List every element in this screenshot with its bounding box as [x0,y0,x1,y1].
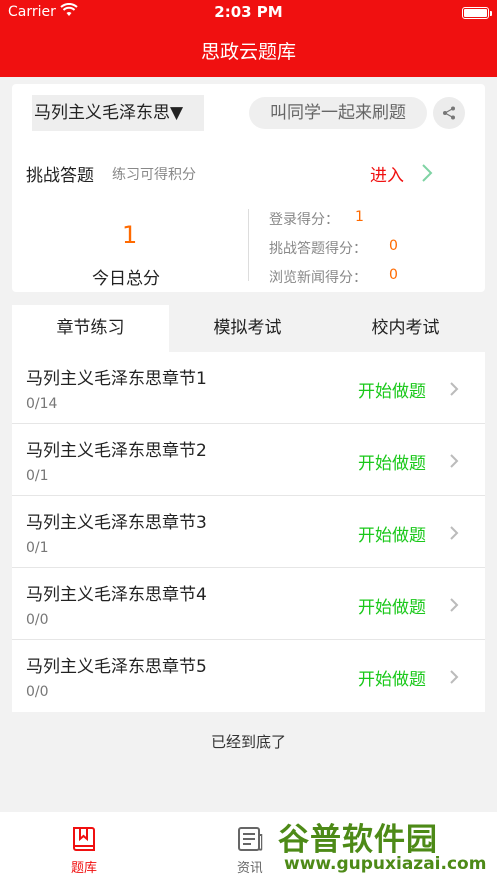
score-value: 0 [389,238,398,254]
score-label: 挑战答题得分： [269,241,367,257]
chapter-progress: 0/0 [26,684,49,700]
page-title: 思政云题库 [200,41,296,63]
chevron-right-icon [450,526,459,540]
chapter-progress: 0/1 [26,468,49,484]
list-item[interactable]: 马列主义毛泽东思章节3 0/1 开始做题 [12,496,485,568]
caret-down-icon: ▼ [170,103,184,123]
chapter-title: 马列主义毛泽东思章节4 [26,585,207,605]
tab-bar: 章节练习 模拟考试 校内考试 [12,305,485,352]
today-total-label: 今日总分 [92,269,160,289]
chevron-right-icon [450,382,459,396]
tab-mock-exam[interactable]: 模拟考试 [169,305,326,352]
summary-card: 马列主义毛泽东思▼ 叫同学一起来刷题 挑战答题 练习可得积分 进入 1 今日总分… [12,84,485,292]
challenge-hint: 练习可得积分 [112,167,196,183]
login-score-row: 登录得分： 1 [269,209,364,229]
start-quiz-button[interactable]: 开始做题 [358,377,426,402]
subject-dropdown[interactable]: 马列主义毛泽东思▼ [32,95,204,131]
start-quiz-button[interactable]: 开始做题 [358,593,426,618]
today-total-score: 1 [122,221,138,249]
list-item[interactable]: 马列主义毛泽东思章节2 0/1 开始做题 [12,424,485,496]
watermark-text: 谷普软件园 [278,822,438,858]
share-icon [443,106,455,120]
app-header: Carrier 2:03 PM 思政云题库 [0,0,497,77]
watermark: 谷普软件园 www.gupuxiazai.com [262,812,497,883]
start-quiz-button[interactable]: 开始做题 [358,665,426,690]
chapter-title: 马列主义毛泽东思章节3 [26,513,207,533]
chapter-title: 马列主义毛泽东思章节5 [26,657,207,677]
tab-school-exam[interactable]: 校内考试 [326,305,485,352]
tabbar-item-question-bank[interactable]: 题库 [34,812,134,883]
divider [248,209,249,281]
chevron-right-icon [450,598,459,612]
chapter-progress: 0/14 [26,396,58,412]
list-item[interactable]: 马列主义毛泽东思章节4 0/0 开始做题 [12,568,485,640]
battery-icon [462,7,492,19]
invite-classmates-button[interactable]: 叫同学一起来刷题 [249,97,427,129]
news-icon [238,827,263,851]
challenge-title: 挑战答题 [26,166,94,186]
chevron-right-icon[interactable] [421,163,433,183]
bookmark-book-icon [73,827,95,851]
chapter-list: 马列主义毛泽东思章节1 0/14 开始做题 马列主义毛泽东思章节2 0/1 开始… [12,352,485,712]
share-button[interactable] [433,97,465,129]
score-label: 浏览新闻得分： [269,270,367,286]
list-item[interactable]: 马列主义毛泽东思章节1 0/14 开始做题 [12,352,485,424]
score-value: 1 [355,209,364,225]
chapter-title: 马列主义毛泽东思章节1 [26,369,207,389]
subject-dropdown-value: 马列主义毛泽东思 [34,103,170,123]
list-item[interactable]: 马列主义毛泽东思章节5 0/0 开始做题 [12,640,485,712]
news-score-row: 浏览新闻得分： 0 [269,267,398,287]
chevron-right-icon [450,454,459,468]
score-label: 登录得分： [269,212,339,228]
score-value: 0 [389,267,398,283]
chapter-progress: 0/1 [26,540,49,556]
start-quiz-button[interactable]: 开始做题 [358,521,426,546]
list-end-label: 已经到底了 [210,733,286,751]
start-quiz-button[interactable]: 开始做题 [358,449,426,474]
tabbar-label: 题库 [70,861,97,876]
status-bar: Carrier 2:03 PM [0,0,497,26]
chapter-progress: 0/0 [26,612,49,628]
watermark-url: www.gupuxiazai.com [284,854,487,874]
clock: 2:03 PM [214,3,283,21]
chapter-title: 马列主义毛泽东思章节2 [26,441,207,461]
tab-chapter-practice[interactable]: 章节练习 [12,305,169,352]
chevron-right-icon [450,670,459,684]
challenge-enter-button[interactable]: 进入 [370,161,404,186]
challenge-score-row: 挑战答题得分： 0 [269,238,398,258]
